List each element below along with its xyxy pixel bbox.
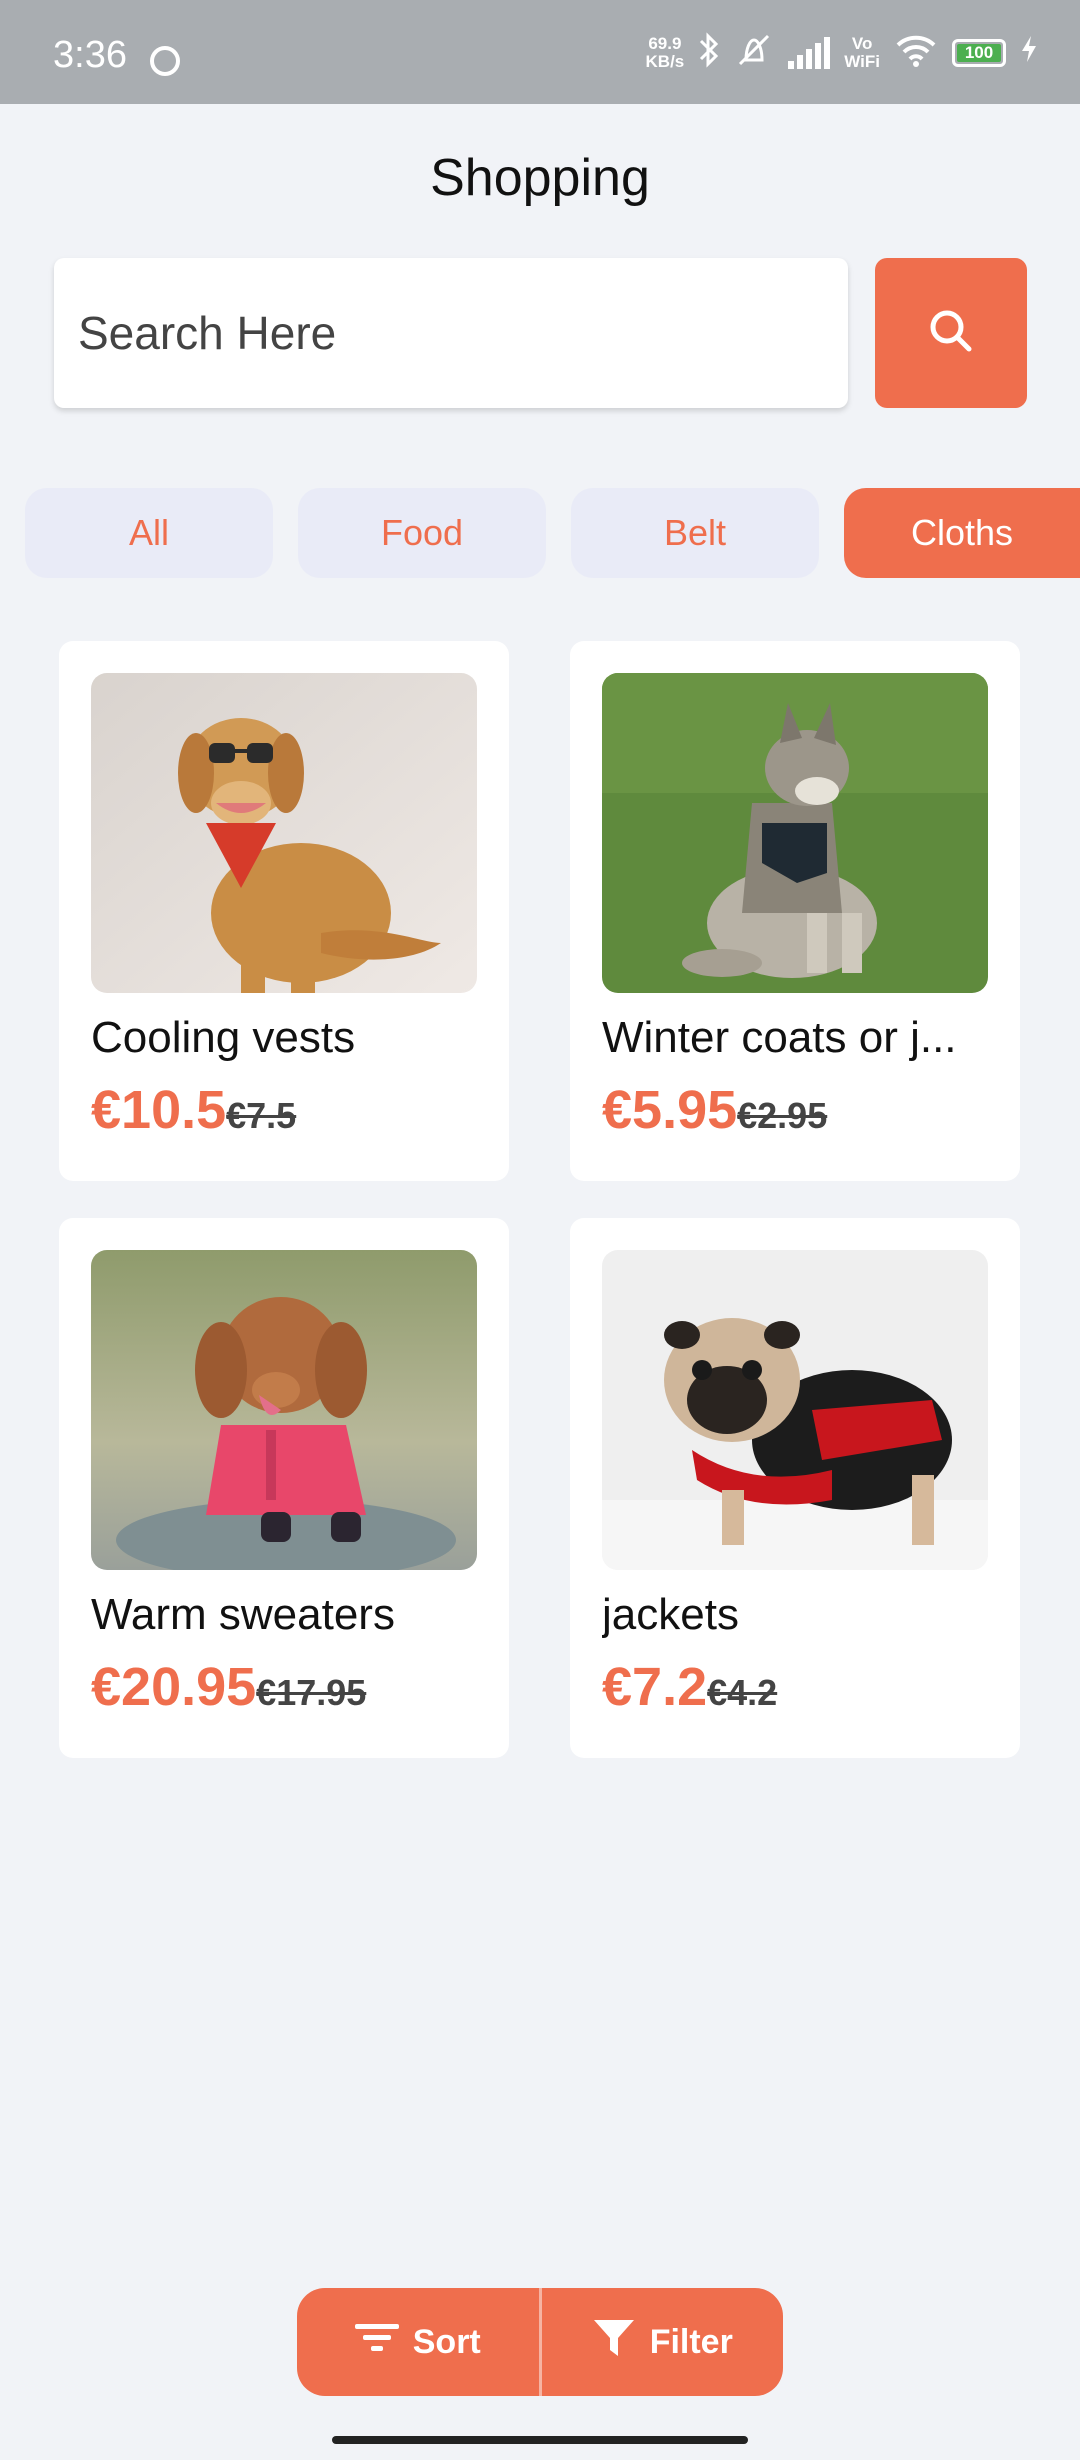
- category-all[interactable]: All: [25, 488, 273, 578]
- sort-button[interactable]: Sort: [297, 2288, 539, 2396]
- charging-icon: [1020, 34, 1038, 72]
- status-time: 3:36: [53, 34, 127, 76]
- product-image: [91, 673, 477, 993]
- sort-filter-bar: Sort Filter: [297, 2288, 783, 2396]
- sort-label: Sort: [412, 2322, 481, 2361]
- notification-icon: [150, 46, 180, 76]
- product-image: [602, 1250, 988, 1570]
- product-name: jackets: [602, 1590, 739, 1639]
- product-price-row: €10.5€7.5: [91, 1079, 296, 1141]
- product-name: Cooling vests: [91, 1013, 356, 1062]
- category-cloths[interactable]: Cloths: [844, 488, 1080, 578]
- cell-signal-icon: [788, 37, 831, 69]
- product-price: €20.95: [91, 1657, 257, 1717]
- product-price: €10.5: [91, 1080, 227, 1140]
- wifi-icon: [894, 33, 938, 73]
- sort-icon: [354, 2320, 399, 2365]
- product-card[interactable]: jackets €7.2€4.2: [570, 1218, 1020, 1758]
- product-old-price: €2.95: [737, 1095, 828, 1136]
- filter-button[interactable]: Filter: [542, 2288, 784, 2396]
- product-card[interactable]: Warm sweaters €20.95€17.95: [59, 1218, 509, 1758]
- product-price: €5.95: [602, 1080, 738, 1140]
- product-price: €7.2: [602, 1657, 708, 1717]
- category-food[interactable]: Food: [298, 488, 546, 578]
- product-old-price: €4.2: [707, 1672, 778, 1713]
- search-field[interactable]: [54, 258, 848, 408]
- home-indicator[interactable]: [332, 2436, 748, 2444]
- product-image: [602, 673, 988, 993]
- net-speed: 69.9 KB/s: [646, 35, 685, 71]
- product-old-price: €17.95: [256, 1672, 367, 1713]
- vowifi-bottom: WiFi: [844, 52, 880, 71]
- vowifi-label: Vo WiFi: [844, 35, 880, 71]
- product-old-price: €7.5: [226, 1095, 297, 1136]
- product-card[interactable]: Winter coats or j... €5.95€2.95: [570, 641, 1020, 1181]
- product-price-row: €20.95€17.95: [91, 1656, 366, 1718]
- product-name: Winter coats or j...: [602, 1013, 957, 1062]
- search-input[interactable]: [76, 305, 848, 361]
- product-name: Warm sweaters: [91, 1590, 395, 1639]
- bluetooth-icon: [698, 32, 720, 74]
- vowifi-top: Vo: [851, 34, 873, 53]
- battery-icon: 100: [952, 39, 1006, 67]
- filter-icon: [592, 2316, 636, 2369]
- status-icons: 69.9 KB/s Vo WiFi 100: [646, 30, 1038, 76]
- product-card[interactable]: Cooling vests €10.5€7.5: [59, 641, 509, 1181]
- search-button[interactable]: [875, 258, 1027, 408]
- filter-label: Filter: [649, 2322, 733, 2361]
- status-bar: 3:36 69.9 KB/s Vo WiFi 100: [0, 0, 1080, 104]
- vibrate-off-icon: [734, 32, 774, 74]
- net-speed-value: 69.9: [648, 34, 682, 53]
- product-price-row: €7.2€4.2: [602, 1656, 777, 1718]
- product-image: [91, 1250, 477, 1570]
- page-title: Shopping: [430, 149, 650, 207]
- category-belt[interactable]: Belt: [571, 488, 819, 578]
- search-icon: [925, 305, 977, 362]
- net-speed-unit: KB/s: [645, 52, 685, 71]
- battery-level: 100: [957, 44, 1001, 62]
- product-price-row: €5.95€2.95: [602, 1079, 827, 1141]
